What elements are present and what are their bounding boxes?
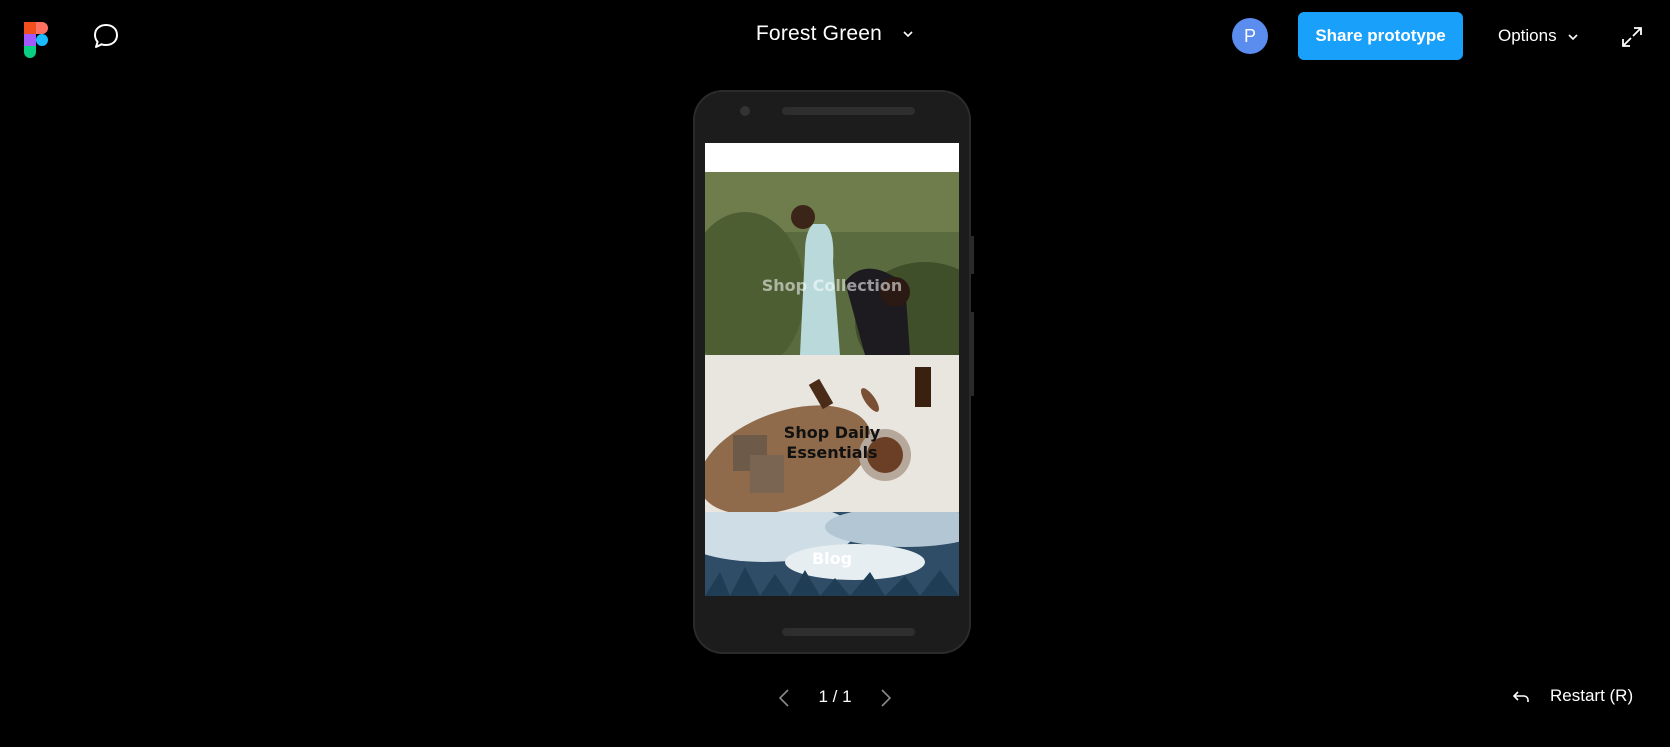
shop-collection-tile[interactable]: Shop Collection: [705, 172, 959, 355]
shop-daily-essentials-tile[interactable]: Shop Daily Essentials: [705, 355, 959, 512]
chevron-right-icon[interactable]: [880, 688, 892, 708]
file-title: Forest Green: [755, 22, 883, 45]
options-label: Options: [1498, 26, 1557, 45]
top-toolbar: Forest Green P Share prototype Options: [0, 0, 1670, 72]
restart-button[interactable]: Restart (R): [1512, 686, 1633, 706]
tile-label: Shop Collection: [761, 276, 903, 295]
tile-label: Blog: [811, 549, 853, 568]
restart-label: Restart (R): [1550, 686, 1634, 705]
device-speaker: [782, 628, 915, 636]
tile-photo: [705, 172, 959, 355]
device-speaker: [782, 107, 915, 115]
device-camera: [740, 106, 750, 116]
undo-arrow-icon: [1512, 690, 1529, 702]
device-side-button: [971, 236, 974, 274]
frame-pager: 1 / 1: [770, 686, 900, 710]
device-side-button: [971, 312, 974, 396]
share-prototype-button[interactable]: Share prototype: [1298, 12, 1463, 60]
options-menu[interactable]: Options: [1498, 26, 1579, 46]
device-frame: Shop Collection Shop Daily Essentials Bl…: [693, 90, 974, 654]
prototype-screen[interactable]: Shop Collection Shop Daily Essentials Bl…: [705, 143, 959, 596]
blog-tile[interactable]: Blog: [705, 512, 959, 596]
chevron-down-icon: [903, 31, 913, 38]
expand-icon[interactable]: [1620, 25, 1644, 49]
user-avatar[interactable]: P: [1232, 18, 1268, 54]
tile-label: Shop Daily Essentials: [783, 423, 881, 462]
chevron-down-icon: [1568, 33, 1578, 40]
